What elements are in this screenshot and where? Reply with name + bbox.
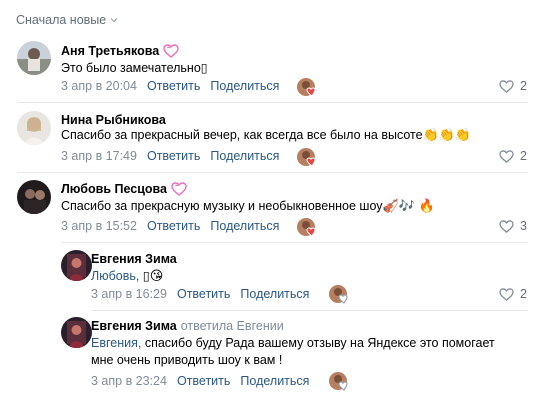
reply-button[interactable]: Ответить [177,287,230,301]
replied-to-label[interactable]: ответила Евгении [181,319,284,333]
comment-text: Спасибо за прекрасную музыку и необыкнов… [61,198,435,213]
heart-badge-icon [163,44,179,58]
like-count: 2 [520,287,527,301]
avatar[interactable] [61,317,92,348]
reply-text: Евгения, спасибо буду Рада вашему отзыву… [91,336,495,367]
comment-actions: 3 апр в 15:52 Ответить Поделиться [61,219,279,233]
avatar[interactable] [17,111,51,145]
share-button[interactable]: Поделиться [210,79,279,93]
reply-actions: 3 апр в 16:29 Ответить Поделиться [91,287,309,301]
share-button[interactable]: Поделиться [240,374,309,388]
like-count: 3 [520,219,527,233]
comment-text: Спасибо за прекрасный вечер, как всегда … [61,127,472,142]
reply-button[interactable]: Ответить [177,374,230,388]
unknown-glyph: ▯ [200,61,208,75]
comment-time[interactable]: 3 апр в 20:04 [61,79,137,93]
share-button[interactable]: Поделиться [240,287,309,301]
heart-outline-icon [499,219,514,233]
reply-button[interactable]: Ответить [147,79,200,93]
chevron-down-icon [110,18,118,23]
comment-time[interactable]: 3 апр в 15:52 [61,219,137,233]
sort-selector[interactable]: Сначала новые [16,13,118,27]
like-button[interactable]: 2 [499,79,527,93]
liker-avatars[interactable] [297,217,319,237]
kiss-face-emoji: 😘 [149,268,164,283]
heart-outline-icon [499,79,514,93]
avatar[interactable] [17,41,51,75]
share-button[interactable]: Поделиться [210,149,279,163]
heart-badge-icon [171,182,187,196]
comment-text: Это было замечательно▯ [61,61,208,75]
reply-button[interactable]: Ответить [147,219,200,233]
reply-button[interactable]: Ответить [147,149,200,163]
comment-time[interactable]: 3 апр в 17:49 [61,149,137,163]
liker-avatars[interactable] [329,284,351,304]
unknown-glyph: ▯ [142,269,150,283]
reply-text: Любовь, ▯😘 [91,267,163,285]
divider [17,172,528,173]
share-button[interactable]: Поделиться [210,219,279,233]
comment-author[interactable]: Аня Третьякова [61,44,179,58]
divider [61,242,528,243]
liker-avatars[interactable] [297,77,319,97]
reply-author[interactable]: Евгения Зима ответила Евгении [91,319,284,333]
reply-author[interactable]: Евгения Зима [91,252,177,266]
avatar[interactable] [61,250,92,281]
comment-actions: 3 апр в 20:04 Ответить Поделиться [61,79,279,93]
like-button[interactable]: 2 [499,287,527,301]
sort-label: Сначала новые [16,13,107,27]
liker-avatars[interactable] [297,147,319,167]
comment-actions: 3 апр в 17:49 Ответить Поделиться [61,149,279,163]
divider [91,310,528,311]
liker-avatars[interactable] [329,371,351,391]
like-button[interactable]: 3 [499,219,527,233]
like-count: 2 [520,79,527,93]
avatar[interactable] [17,180,51,214]
comment-author[interactable]: Нина Рыбникова [61,113,166,127]
reply-time[interactable]: 3 апр в 23:24 [91,374,167,388]
addressee-link[interactable]: Любовь, [91,269,139,283]
heart-outline-icon [499,149,514,163]
reply-time[interactable]: 3 апр в 16:29 [91,287,167,301]
reply-actions: 3 апр в 23:24 Ответить Поделиться [91,374,309,388]
comment-author[interactable]: Любовь Песцова [61,182,187,196]
like-count: 2 [520,149,527,163]
like-button[interactable]: 2 [499,149,527,163]
clapping-hands-emoji: 👏👏👏 [422,127,472,142]
violin-notes-fire-emoji: 🎻🎶 🔥 [382,198,435,213]
divider [17,102,528,103]
addressee-link[interactable]: Евгения, [91,336,141,350]
heart-outline-icon [499,287,514,301]
